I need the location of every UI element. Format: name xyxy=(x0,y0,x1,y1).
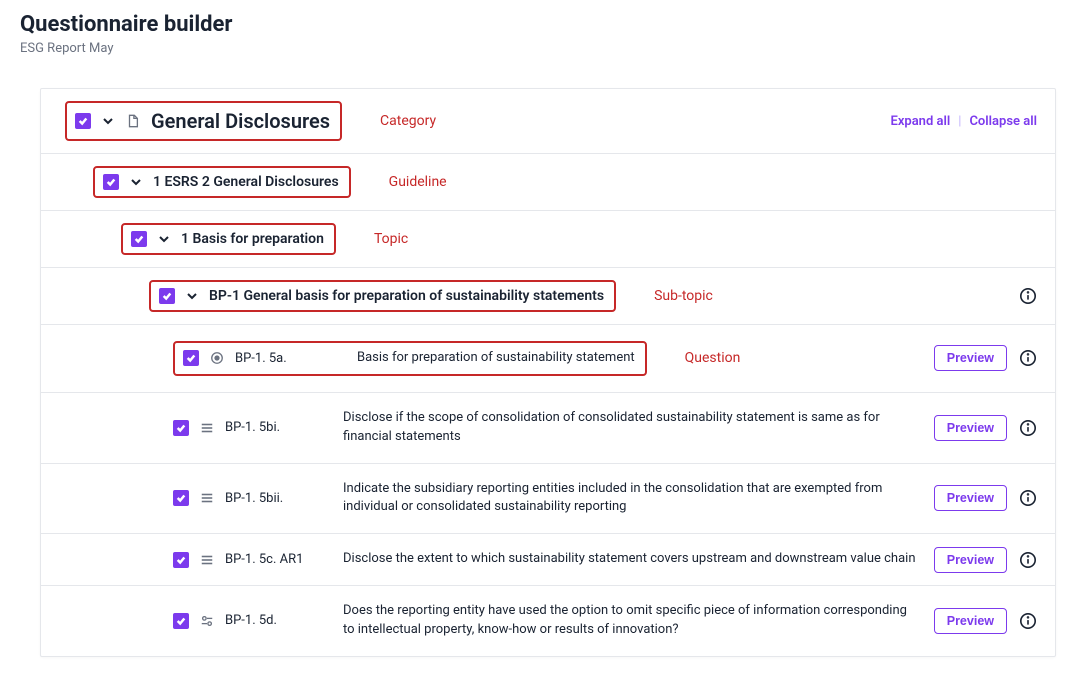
page-subtitle: ESG Report May xyxy=(20,41,1056,56)
question-checkbox[interactable] xyxy=(173,490,189,506)
question-row: BP-1. 5a. Basis for preparation of sustai… xyxy=(41,325,1055,393)
category-checkbox[interactable] xyxy=(75,113,91,129)
question-row: BP-1. 5d. Does the reporting entity have … xyxy=(41,586,1055,656)
preview-button[interactable]: Preview xyxy=(934,345,1007,371)
annotation-subtopic: Sub-topic xyxy=(654,288,713,304)
question-highlight: BP-1. 5a. Basis for preparation of sustai… xyxy=(173,341,647,376)
subtopic-checkbox[interactable] xyxy=(159,288,175,304)
expand-all-link[interactable]: Expand all xyxy=(890,114,950,129)
category-title: General Disclosures xyxy=(151,109,330,133)
annotation-topic: Topic xyxy=(374,231,408,247)
chevron-down-icon[interactable] xyxy=(157,232,171,246)
preview-button[interactable]: Preview xyxy=(934,547,1007,573)
guideline-checkbox[interactable] xyxy=(103,174,119,190)
question-checkbox[interactable] xyxy=(173,552,189,568)
question-text: Does the reporting entity have used the … xyxy=(331,602,918,640)
annotation-question: Question xyxy=(685,350,741,366)
subtopic-highlight: BP-1 General basis for preparation of su… xyxy=(149,280,616,312)
question-type-icon xyxy=(209,350,225,366)
category-highlight: General Disclosures xyxy=(65,101,342,141)
question-type-icon xyxy=(199,490,215,506)
document-icon xyxy=(125,113,141,129)
questionnaire-panel: General Disclosures Category Expand all … xyxy=(40,88,1056,657)
annotation-guideline: Guideline xyxy=(389,174,447,190)
question-checkbox[interactable] xyxy=(173,420,189,436)
action-divider: | xyxy=(958,114,961,129)
subtopic-title: BP-1 General basis for preparation of su… xyxy=(209,288,604,304)
question-checkbox[interactable] xyxy=(183,350,199,366)
category-row: General Disclosures Category Expand all … xyxy=(41,89,1055,154)
question-code: BP-1. 5a. xyxy=(235,351,315,366)
info-icon[interactable] xyxy=(1019,551,1037,569)
question-code: BP-1. 5bi. xyxy=(225,420,305,435)
annotation-category: Category xyxy=(380,113,436,129)
topic-checkbox[interactable] xyxy=(131,231,147,247)
question-row: BP-1. 5c. AR1 Disclose the extent to whic… xyxy=(41,534,1055,586)
chevron-down-icon[interactable] xyxy=(101,114,115,128)
question-row: BP-1. 5bii. Indicate the subsidiary repor… xyxy=(41,464,1055,535)
chevron-down-icon[interactable] xyxy=(185,289,199,303)
info-icon[interactable] xyxy=(1019,419,1037,437)
collapse-all-link[interactable]: Collapse all xyxy=(969,114,1037,129)
guideline-row: 1 ESRS 2 General Disclosures Guideline xyxy=(41,154,1055,211)
question-type-icon xyxy=(199,552,215,568)
guideline-highlight: 1 ESRS 2 General Disclosures xyxy=(93,166,351,198)
topic-row: 1 Basis for preparation Topic xyxy=(41,211,1055,268)
preview-button[interactable]: Preview xyxy=(934,608,1007,634)
page-title: Questionnaire builder xyxy=(20,12,1056,37)
question-row: BP-1. 5bi. Disclose if the scope of conso… xyxy=(41,393,1055,464)
question-text: Indicate the subsidiary reporting entiti… xyxy=(331,480,918,518)
question-text: Disclose the extent to which sustainabil… xyxy=(331,550,916,569)
question-type-icon xyxy=(199,420,215,436)
question-checkbox[interactable] xyxy=(173,613,189,629)
question-text: Disclose if the scope of consolidation o… xyxy=(331,409,918,447)
preview-button[interactable]: Preview xyxy=(934,485,1007,511)
preview-button[interactable]: Preview xyxy=(934,415,1007,441)
question-code: BP-1. 5bii. xyxy=(225,491,305,506)
question-text: Basis for preparation of sustainability … xyxy=(331,349,635,368)
topic-highlight: 1 Basis for preparation xyxy=(121,223,336,255)
info-icon[interactable] xyxy=(1019,612,1037,630)
chevron-down-icon[interactable] xyxy=(129,175,143,189)
info-icon[interactable] xyxy=(1019,489,1037,507)
question-code: BP-1. 5d. xyxy=(225,613,305,628)
info-icon[interactable] xyxy=(1019,349,1037,367)
subtopic-row: BP-1 General basis for preparation of su… xyxy=(41,268,1055,325)
guideline-title: 1 ESRS 2 General Disclosures xyxy=(153,174,339,190)
topic-title: 1 Basis for preparation xyxy=(181,231,324,247)
question-type-icon xyxy=(199,613,215,629)
info-icon[interactable] xyxy=(1019,287,1037,305)
question-code: BP-1. 5c. AR1 xyxy=(225,552,305,567)
